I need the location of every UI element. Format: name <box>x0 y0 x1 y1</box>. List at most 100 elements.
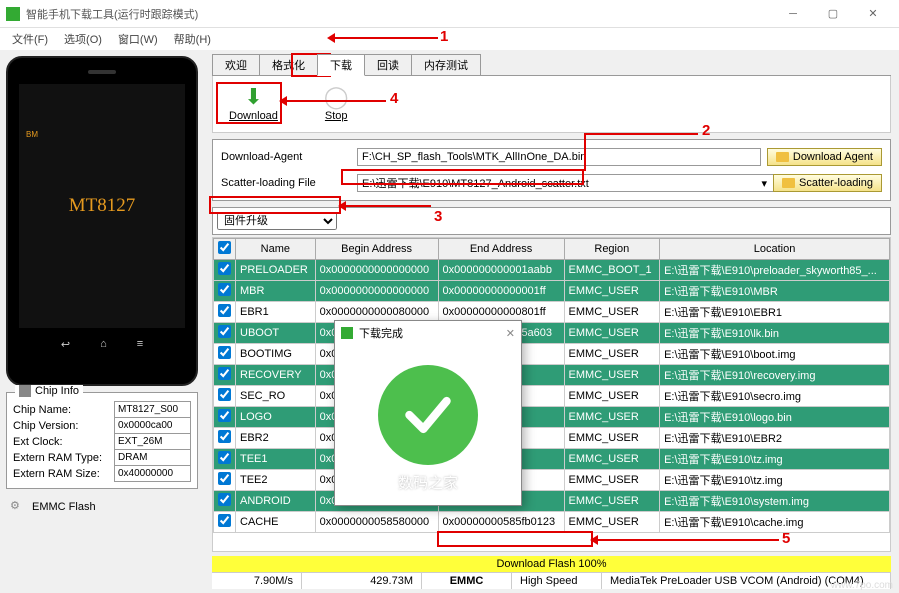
menu-file[interactable]: 文件(F) <box>4 31 56 47</box>
row-checkbox[interactable] <box>218 388 231 401</box>
row-checkbox[interactable] <box>218 367 231 380</box>
row-checkbox[interactable] <box>218 451 231 464</box>
da-browse-button[interactable]: Download Agent <box>767 148 882 166</box>
row-checkbox[interactable] <box>218 304 231 317</box>
ext-clock-value: EXT_26M <box>115 434 191 450</box>
chip-info-legend: Chip Info <box>15 385 83 397</box>
cell-name: TEE1 <box>236 449 316 470</box>
table-row[interactable]: RECOVERY 0x000... EMMC_USER E:\迅雷下载\E910… <box>214 365 890 386</box>
scatter-browse-button[interactable]: Scatter-loading <box>773 174 882 192</box>
row-checkbox[interactable] <box>218 493 231 506</box>
tab-download[interactable]: 下载 <box>317 54 365 76</box>
da-path-input[interactable] <box>357 148 761 166</box>
ram-type-value: DRAM <box>115 450 191 466</box>
scatter-path-input[interactable] <box>357 174 775 192</box>
table-row[interactable]: PRELOADER 0x0000000000000000 0x000000000… <box>214 260 890 281</box>
minimize-button[interactable]: ─ <box>773 0 813 28</box>
status-bar: Download Flash 100% 7.90M/s 429.73M EMMC… <box>212 556 891 589</box>
progress-bar: Download Flash 100% <box>212 556 891 572</box>
table-row[interactable]: TEE2 0x000... EMMC_USER E:\迅雷下载\E910\tz.… <box>214 470 890 491</box>
status-size: 429.73M <box>302 573 422 589</box>
menu-window[interactable]: 窗口(W) <box>110 31 166 47</box>
menubar: 文件(F) 选项(O) 窗口(W) 帮助(H) <box>0 28 899 50</box>
tab-welcome[interactable]: 欢迎 <box>212 54 260 75</box>
check-all[interactable] <box>218 241 231 254</box>
cell-begin: 0x0000000000000000 <box>315 260 438 281</box>
cell-location: E:\迅雷下载\E910\boot.img <box>660 344 890 365</box>
table-row[interactable]: UBOOT 0x0000000001d20000 0x0000000001d5a… <box>214 323 890 344</box>
cell-location: E:\迅雷下载\E910\preloader_skyworth85_... <box>660 260 890 281</box>
table-row[interactable]: LOGO 0x000... EMMC_USER E:\迅雷下载\E910\log… <box>214 407 890 428</box>
row-checkbox[interactable] <box>218 409 231 422</box>
download-button[interactable]: ⬇ Download <box>221 84 286 124</box>
stop-icon: ◯ <box>324 86 349 108</box>
chip-version-value: 0x0000ca00 <box>115 418 191 434</box>
cell-location: E:\迅雷下载\E910\tz.img <box>660 470 890 491</box>
col-end[interactable]: End Address <box>438 239 564 260</box>
mode-select[interactable]: 固件升级 <box>217 212 337 230</box>
close-button[interactable]: ✕ <box>853 0 893 28</box>
cell-name: UBOOT <box>236 323 316 344</box>
ext-clock-label: Ext Clock: <box>13 434 115 450</box>
col-region[interactable]: Region <box>564 239 660 260</box>
cell-region: EMMC_USER <box>564 449 660 470</box>
emmc-flash-row: ⚙ EMMC Flash <box>6 495 198 519</box>
popup-watermark: 数码之家 <box>335 472 521 493</box>
cell-location: E:\迅雷下载\E910\logo.bin <box>660 407 890 428</box>
tab-readback[interactable]: 回读 <box>364 54 412 75</box>
table-row[interactable]: CACHE 0x0000000058580000 0x00000000585fb… <box>214 512 890 533</box>
menu-icon: ≡ <box>137 338 143 351</box>
folder-icon <box>782 178 795 188</box>
popup-icon <box>341 327 353 339</box>
row-checkbox[interactable] <box>218 283 231 296</box>
cell-region: EMMC_USER <box>564 470 660 491</box>
col-begin[interactable]: Begin Address <box>315 239 438 260</box>
row-checkbox[interactable] <box>218 514 231 527</box>
menu-options[interactable]: 选项(O) <box>56 31 110 47</box>
chip-version-label: Chip Version: <box>13 418 115 434</box>
table-row[interactable]: BOOTIMG 0x000... EMMC_USER E:\迅雷下载\E910\… <box>214 344 890 365</box>
cell-end: 0x00000000000001ff <box>438 281 564 302</box>
mode-panel: 固件升级 <box>212 207 891 235</box>
row-checkbox[interactable] <box>218 430 231 443</box>
table-row[interactable]: EBR1 0x0000000000080000 0x00000000000801… <box>214 302 890 323</box>
row-checkbox[interactable] <box>218 262 231 275</box>
table-row[interactable]: TEE1 0x000... EMMC_USER E:\迅雷下载\E910\tz.… <box>214 449 890 470</box>
table-row[interactable]: EBR2 0x000... EMMC_USER E:\迅雷下载\E910\EBR… <box>214 428 890 449</box>
cell-name: EBR1 <box>236 302 316 323</box>
table-row[interactable]: ANDROID 0x000... EMMC_USER E:\迅雷下载\E910\… <box>214 491 890 512</box>
row-checkbox[interactable] <box>218 325 231 338</box>
col-name[interactable]: Name <box>236 239 316 260</box>
cell-location: E:\迅雷下载\E910\cache.img <box>660 512 890 533</box>
menu-help[interactable]: 帮助(H) <box>166 31 219 47</box>
app-icon <box>6 7 20 21</box>
back-icon: ↩ <box>61 338 70 351</box>
window-title: 智能手机下载工具(运行时跟踪模式) <box>26 6 773 22</box>
cell-name: LOGO <box>236 407 316 428</box>
popup-title: 下载完成 <box>359 325 403 341</box>
maximize-button[interactable]: ▢ <box>813 0 853 28</box>
download-button-label: Download <box>229 110 278 122</box>
partition-table[interactable]: Name Begin Address End Address Region Lo… <box>212 237 891 552</box>
stop-button-label: Stop <box>325 110 348 122</box>
row-checkbox[interactable] <box>218 346 231 359</box>
cell-region: EMMC_USER <box>564 344 660 365</box>
row-checkbox[interactable] <box>218 472 231 485</box>
stop-button[interactable]: ◯ Stop <box>316 84 357 124</box>
scatter-label: Scatter-loading File <box>221 177 351 189</box>
cell-name: RECOVERY <box>236 365 316 386</box>
tab-format[interactable]: 格式化 <box>259 54 318 75</box>
ram-type-label: Extern RAM Type: <box>13 450 115 466</box>
col-location[interactable]: Location <box>660 239 890 260</box>
chip-icon <box>19 385 31 397</box>
phone-screen: MT8127 <box>19 84 185 328</box>
cell-region: EMMC_USER <box>564 323 660 344</box>
tab-memtest[interactable]: 内存测试 <box>411 54 481 75</box>
phone-speaker <box>88 70 116 74</box>
cell-begin: 0x0000000000000000 <box>315 281 438 302</box>
table-row[interactable]: SEC_RO 0x000... EMMC_USER E:\迅雷下载\E910\s… <box>214 386 890 407</box>
table-row[interactable]: MBR 0x0000000000000000 0x00000000000001f… <box>214 281 890 302</box>
popup-close-button[interactable]: ✕ <box>506 327 515 340</box>
chip-info-title: Chip Info <box>35 385 79 397</box>
cell-name: CACHE <box>236 512 316 533</box>
